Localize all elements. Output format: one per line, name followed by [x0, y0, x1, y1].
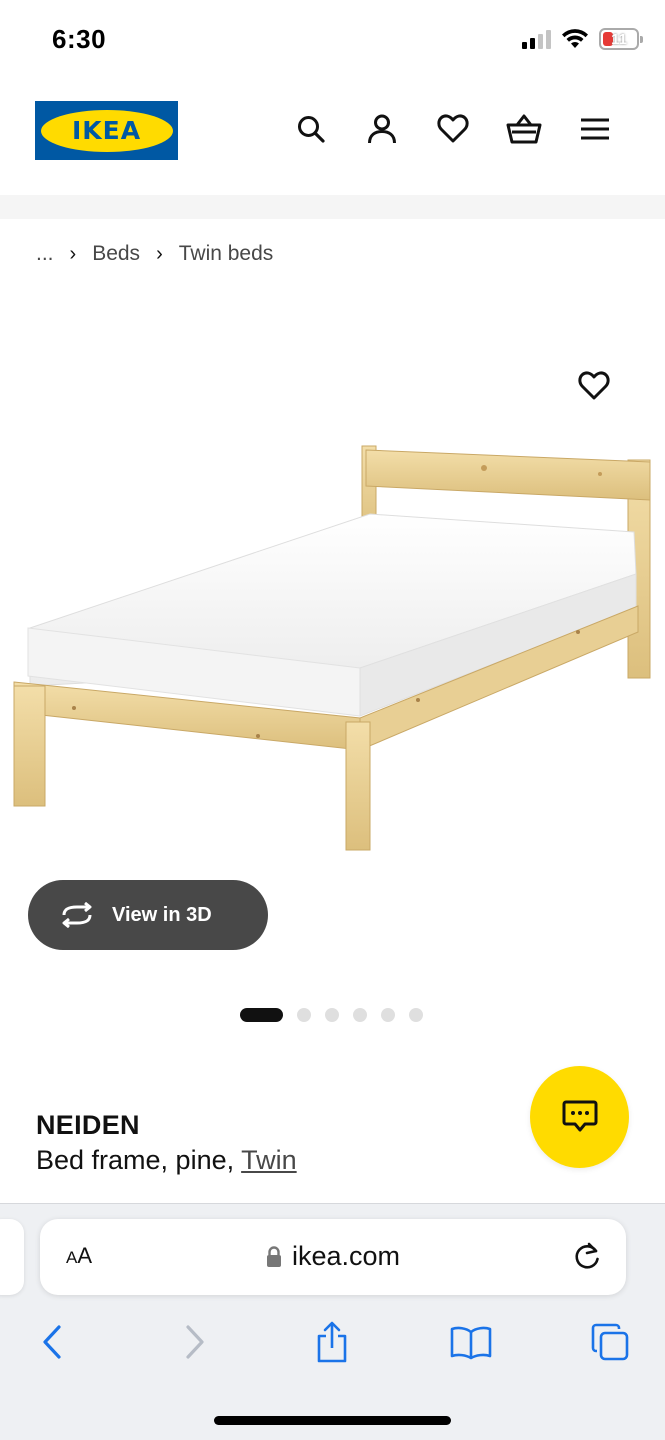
wifi-icon	[562, 29, 588, 48]
view-in-3d-button[interactable]: View in 3D	[28, 880, 268, 950]
account-icon[interactable]	[364, 111, 400, 147]
previous-tab-preview[interactable]	[0, 1219, 24, 1295]
chevron-left-icon	[43, 1325, 61, 1359]
chevron-right-icon	[186, 1325, 204, 1359]
browser-nav-row	[0, 1318, 665, 1368]
header-icons	[293, 111, 613, 147]
site-header: IKEA	[0, 80, 665, 195]
size-link[interactable]: Twin	[241, 1145, 297, 1175]
cart-icon[interactable]	[506, 111, 542, 147]
cellular-signal-icon	[522, 29, 551, 49]
reload-icon	[575, 1242, 599, 1269]
battery-level: 11	[611, 30, 627, 48]
url-text: ikea.com	[291, 1241, 401, 1271]
address-bar[interactable]: AA ikea.com	[40, 1219, 626, 1295]
header-divider-band	[0, 195, 665, 219]
tabs-button[interactable]	[586, 1318, 634, 1366]
breadcrumb-item-beds[interactable]: Beds	[92, 242, 140, 266]
battery-icon: 11	[599, 28, 643, 50]
carousel-dot[interactable]	[325, 1008, 339, 1022]
heart-icon[interactable]	[435, 111, 471, 147]
carousel-dot-active[interactable]	[240, 1008, 283, 1022]
carousel-dot[interactable]	[381, 1008, 395, 1022]
status-time: 6:30	[52, 24, 107, 54]
product-name: NEIDEN	[36, 1110, 140, 1140]
image-carousel-indicator	[240, 1008, 423, 1022]
reload-button[interactable]	[572, 1241, 602, 1278]
logo-text: IKEA	[71, 116, 142, 145]
breadcrumb: ... › Beds › Twin beds	[36, 242, 273, 266]
share-button[interactable]	[308, 1318, 356, 1366]
url-display[interactable]: ikea.com	[40, 1241, 626, 1272]
forward-button[interactable]	[171, 1318, 219, 1366]
product-image[interactable]	[0, 280, 665, 980]
menu-icon[interactable]	[577, 111, 613, 147]
carousel-dot[interactable]	[353, 1008, 367, 1022]
product-description-text: Bed frame, pine,	[36, 1145, 242, 1175]
tabs-icon	[591, 1323, 629, 1361]
ikea-logo[interactable]: IKEA	[35, 101, 178, 160]
breadcrumb-item-twin-beds[interactable]: Twin beds	[179, 242, 274, 266]
product-description: Bed frame, pine, Twin	[36, 1145, 297, 1176]
home-indicator	[214, 1416, 451, 1425]
carousel-dot[interactable]	[409, 1008, 423, 1022]
bed-frame-image	[13, 445, 651, 851]
status-bar: 6:30 11	[0, 0, 665, 80]
carousel-dot[interactable]	[297, 1008, 311, 1022]
bookmarks-button[interactable]	[447, 1318, 495, 1366]
view-in-3d-label: View in 3D	[112, 903, 212, 926]
breadcrumb-chevron-icon: ›	[69, 242, 77, 265]
chat-button[interactable]	[530, 1066, 629, 1168]
book-icon	[450, 1326, 492, 1360]
share-icon	[317, 1321, 347, 1363]
status-indicators: 11	[522, 28, 643, 50]
breadcrumb-ellipsis[interactable]: ...	[36, 242, 54, 266]
chat-icon	[562, 1100, 597, 1132]
search-icon[interactable]	[293, 111, 329, 147]
add-to-favorites-button[interactable]	[574, 366, 614, 406]
back-button[interactable]	[28, 1318, 76, 1366]
rotate-3d-icon	[62, 902, 92, 928]
heart-icon	[578, 371, 610, 400]
lock-icon	[266, 1245, 281, 1267]
breadcrumb-chevron-icon: ›	[156, 242, 163, 265]
